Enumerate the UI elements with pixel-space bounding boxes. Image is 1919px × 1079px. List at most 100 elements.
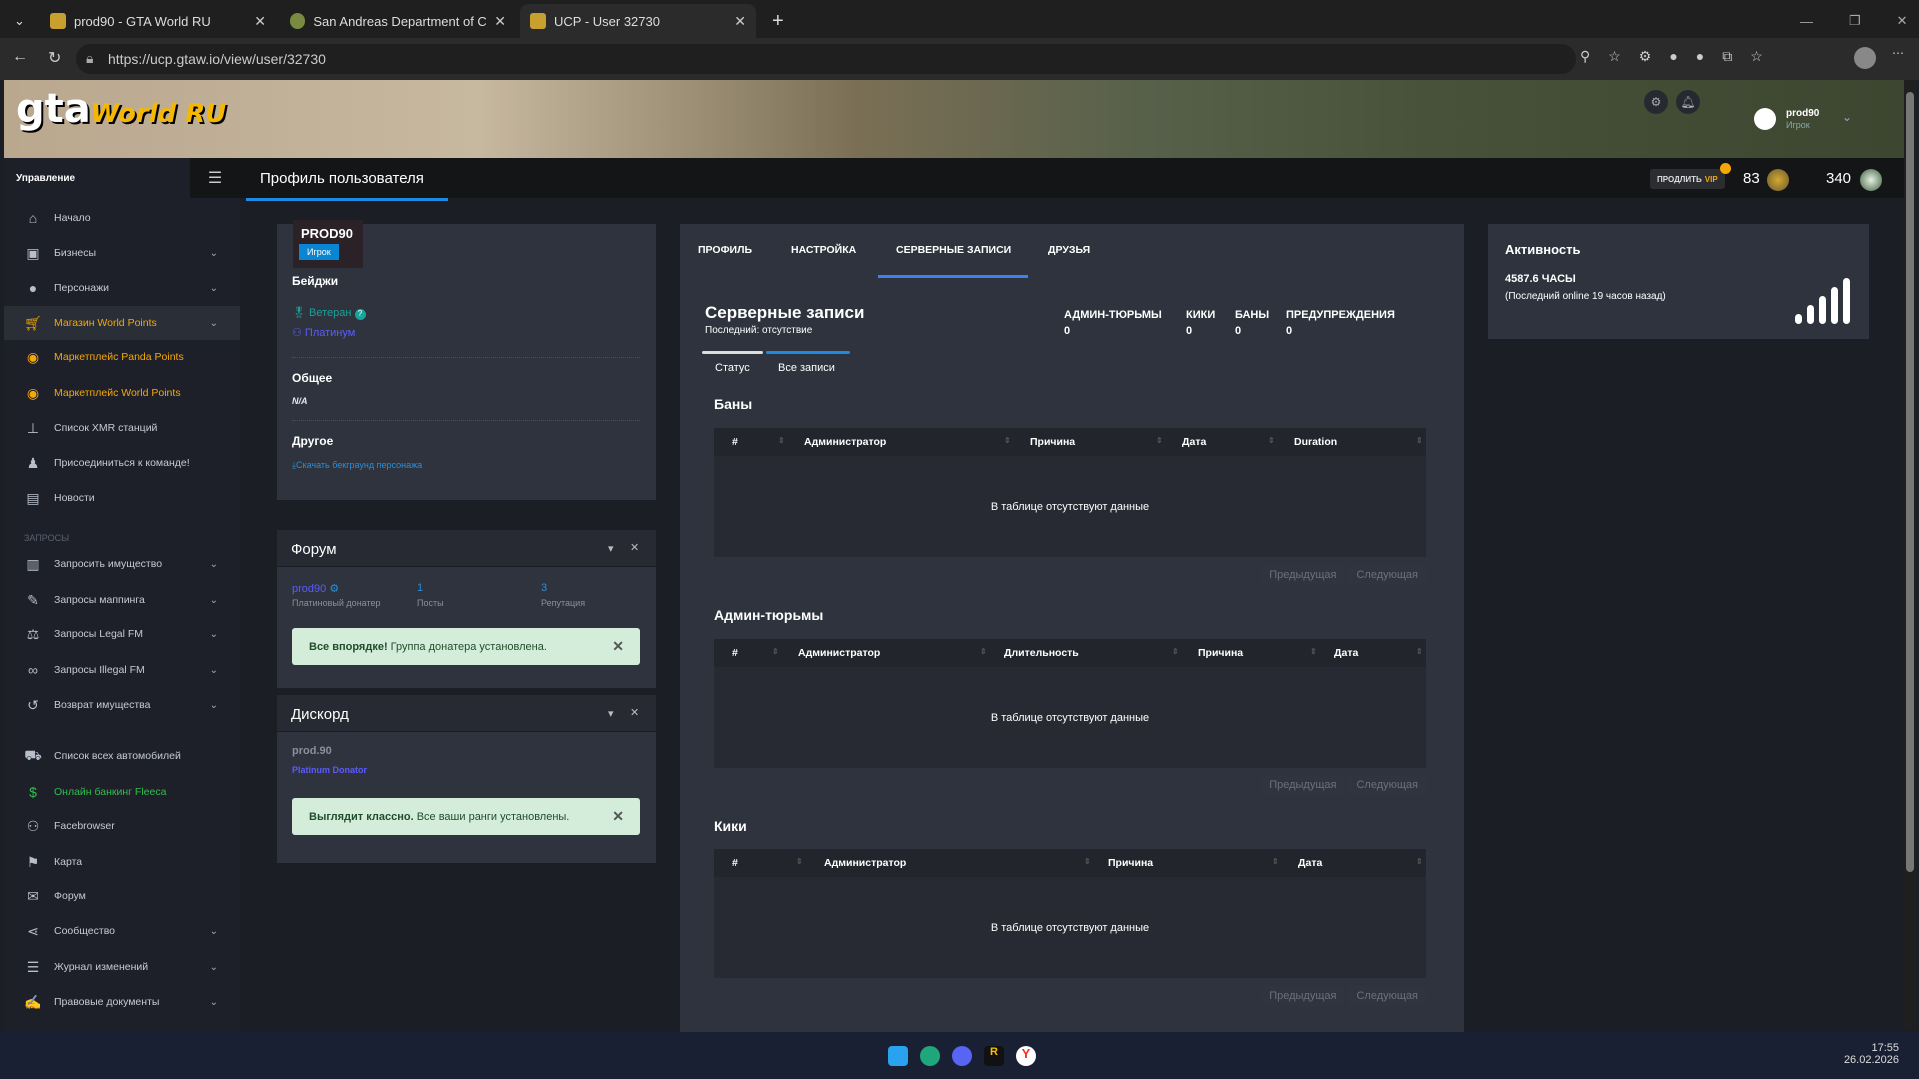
sort-icon[interactable]: ⇕ (980, 647, 987, 656)
sort-icon[interactable]: ⇕ (1172, 647, 1179, 656)
user-avatar-icon[interactable] (1754, 108, 1776, 130)
browser-tab[interactable]: prod90 - GTA World RU ✕ (40, 4, 276, 38)
chevron-down-icon[interactable]: ⌄ (210, 926, 218, 937)
sidebar-item[interactable]: ⛟ Список всех автомобилей (4, 739, 240, 773)
column-header[interactable]: Причина (1198, 647, 1243, 659)
chevron-down-icon[interactable]: ⌄ (210, 559, 218, 570)
chevron-down-icon[interactable]: ⌄ (1842, 110, 1852, 124)
sort-icon[interactable]: ⇕ (1416, 436, 1423, 445)
subtab-all-records[interactable]: Все записи (778, 362, 835, 374)
sidebar-item[interactable]: ☰ Журнал изменений ⌄ (4, 950, 240, 984)
next-page-button[interactable]: Следующая (1348, 565, 1426, 585)
sidebar-item[interactable]: ⌂ Начало (4, 201, 240, 235)
column-header[interactable]: Администратор (804, 436, 886, 448)
sidebar-item[interactable]: ▥ Запросить имущество ⌄ (4, 547, 240, 581)
reload-icon[interactable]: ↻ (48, 48, 61, 68)
badge-veteran[interactable]: 🎖︎ Ветеран ? (292, 306, 366, 320)
column-header[interactable]: Администратор (798, 647, 880, 659)
restore-icon[interactable]: ❐ (1849, 13, 1861, 29)
gta-world-logo[interactable]: gtaWorld RU (16, 86, 226, 132)
profile-avatar-icon[interactable] (1854, 47, 1876, 69)
chevron-down-icon[interactable]: ⌄ (210, 997, 218, 1008)
close-window-icon[interactable]: ✕ (1897, 13, 1908, 29)
yandex-browser-icon[interactable]: Y (1016, 1046, 1036, 1066)
sidebar-item[interactable]: 🛒︎ Магазин World Points ⌄ (4, 306, 240, 340)
sort-icon[interactable]: ⇕ (796, 857, 803, 866)
sort-icon[interactable]: ⇕ (778, 436, 785, 445)
sidebar-item[interactable]: ↺ Возврат имущества ⌄ (4, 688, 240, 722)
settings-icon[interactable]: ⚙ (1644, 90, 1668, 114)
chevron-down-icon[interactable]: ⌄ (210, 318, 218, 329)
subtab-status[interactable]: Статус (715, 362, 750, 374)
browser-extension-icons[interactable]: ⚲☆⚙●●⧉☆ (1580, 48, 1781, 65)
column-header[interactable]: Причина (1030, 436, 1075, 448)
scrollbar-thumb[interactable] (1906, 92, 1914, 872)
sidebar-item[interactable]: ♟ Присоединиться к команде! (4, 446, 240, 480)
minimize-icon[interactable]: — (1800, 14, 1813, 29)
badge-platinum[interactable]: ⚇ Платинум (292, 326, 355, 339)
next-page-button[interactable]: Следующая (1348, 775, 1426, 795)
sort-icon[interactable]: ⇕ (1310, 647, 1317, 656)
sort-icon[interactable]: ⇕ (1268, 436, 1275, 445)
chevron-down-icon[interactable]: ⌄ (210, 962, 218, 973)
sidebar-item[interactable]: ⚇ Facebrowser (4, 809, 240, 843)
chevron-down-icon[interactable]: ⌄ (210, 665, 218, 676)
sidebar-item[interactable]: $ Онлайн банкинг Fleeca (4, 775, 240, 809)
column-header[interactable]: Дата (1334, 647, 1358, 659)
tab-0[interactable]: ПРОФИЛЬ (698, 244, 752, 256)
prev-page-button[interactable]: Предыдущая (1261, 775, 1345, 795)
sidebar-item[interactable]: ⚑ Карта (4, 845, 240, 879)
column-header[interactable]: Duration (1294, 436, 1337, 448)
chevron-down-icon[interactable]: ⌄ (210, 629, 218, 640)
clock[interactable]: 17:55 26.02.2026 (1844, 1042, 1899, 1066)
browser-tab[interactable]: San Andreas Department of Correc✕ (280, 4, 516, 38)
prev-page-button[interactable]: Предыдущая (1261, 565, 1345, 585)
close-icon[interactable]: ✕ (612, 808, 624, 825)
sort-icon[interactable]: ⇕ (1416, 857, 1423, 866)
sidebar-item[interactable]: ⚖ Запросы Legal FM ⌄ (4, 617, 240, 651)
hamburger-menu-icon[interactable]: ☰ (190, 158, 240, 198)
sort-icon[interactable]: ⇕ (1156, 436, 1163, 445)
tab-list-button[interactable]: ⌄ (4, 4, 38, 38)
collapse-icon[interactable]: ▾ (608, 707, 614, 720)
column-header[interactable]: Дата (1298, 857, 1322, 869)
windows-start-icon[interactable] (888, 1046, 908, 1066)
browser-tab-active[interactable]: UCP - User 32730 ✕ (520, 4, 756, 38)
column-header[interactable]: Дата (1182, 436, 1206, 448)
new-tab-button[interactable]: + (762, 4, 794, 38)
close-icon[interactable]: ✕ (630, 706, 639, 719)
edge-icon[interactable] (920, 1046, 940, 1066)
sidebar-item[interactable]: ✍ Правовые документы ⌄ (4, 985, 240, 1019)
close-icon[interactable]: ✕ (630, 541, 639, 554)
sort-icon[interactable]: ⇕ (772, 647, 779, 656)
close-icon[interactable]: ✕ (612, 638, 624, 655)
column-header[interactable]: Администратор (824, 857, 906, 869)
sidebar-item[interactable]: ✉ Форум (4, 879, 240, 913)
column-header[interactable]: # (732, 436, 738, 448)
back-icon[interactable]: ← (12, 48, 28, 66)
chevron-down-icon[interactable]: ⌄ (210, 700, 218, 711)
forum-username[interactable]: prod90 ⚙ (292, 582, 339, 595)
tab-2[interactable]: СЕРВЕРНЫЕ ЗАПИСИ (896, 244, 1011, 256)
menu-icon[interactable]: ⋯ (1892, 46, 1904, 60)
column-header[interactable]: # (732, 857, 738, 869)
sidebar-item[interactable]: ● Персонажи ⌄ (4, 271, 240, 305)
user-name[interactable]: prod90 (1786, 108, 1819, 119)
sidebar-item[interactable]: ◉ Маркетплейс World Points (4, 376, 240, 410)
sidebar-item[interactable]: ⊥ Список XMR станций (4, 411, 240, 445)
download-background-link[interactable]: ⤓Скачать бекграунд персонажа (292, 460, 422, 471)
sort-icon[interactable]: ⇕ (1084, 857, 1091, 866)
sidebar-item[interactable]: ▤ Новости (4, 481, 240, 515)
sidebar-item[interactable]: ▣ Бизнесы ⌄ (4, 236, 240, 270)
close-tab-icon[interactable]: ✕ (494, 13, 506, 30)
sidebar-item[interactable]: ⋖ Сообщество ⌄ (4, 914, 240, 948)
bell-icon[interactable]: 🔔︎ (1676, 90, 1700, 114)
page-scrollbar[interactable] (1904, 80, 1916, 1030)
rockstar-icon[interactable]: R (984, 1046, 1004, 1066)
column-header[interactable]: Длительность (1004, 647, 1079, 659)
tab-1[interactable]: НАСТРОЙКА (791, 244, 856, 256)
sort-icon[interactable]: ⇕ (1272, 857, 1279, 866)
window-controls[interactable]: — ❐ ✕ (1790, 4, 1918, 38)
sidebar-item[interactable]: ◉ Маркетплейс Panda Points (4, 340, 240, 374)
collapse-icon[interactable]: ▾ (608, 542, 614, 555)
